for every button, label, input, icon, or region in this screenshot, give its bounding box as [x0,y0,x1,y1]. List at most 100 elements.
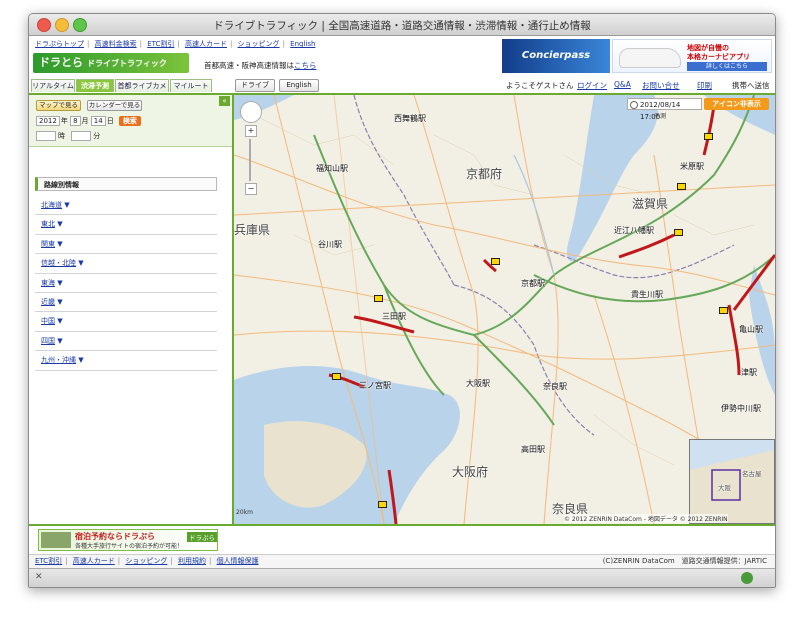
footer-credit: (C)ZENRIN DataCom 道路交通情報提供：JARTIC [602,557,767,565]
month-field[interactable]: 8 [70,116,81,126]
print-link[interactable]: 印刷 [697,80,712,91]
region-label: 北海道 [41,201,62,209]
nav-link-card[interactable]: 高速人カード [185,40,227,48]
incident-icon[interactable] [374,295,383,302]
sidebar-collapse-button[interactable]: « [219,96,230,106]
region-label: 関東 [41,239,55,248]
banner-ad-navi[interactable]: 地図が自慢の 本格カーナビアプリ 詳しくはこちら [612,39,772,73]
incident-icon[interactable] [332,373,341,380]
region-kyushu-okinawa[interactable]: 九州・沖縄 ▼ [35,351,217,371]
hour-label: 時 [58,132,65,140]
map-label: 三田駅 [382,312,406,321]
year-label: 年 [60,117,68,125]
hotel-booking-ad[interactable]: 宿泊予約ならドラぷら 各種大手旅行サイトの宿泊予約が可能！ ドラぷら [38,529,218,551]
english-mode-button[interactable]: English [279,79,319,92]
footer-link-card[interactable]: 高速人カード [73,557,115,565]
incident-icon[interactable] [378,501,387,508]
qa-link[interactable]: Q&A [614,80,631,89]
login-link[interactable]: ログイン [577,80,607,91]
hotel-ad-sub: 各種大手旅行サイトの宿泊予約が可能！ [75,543,184,550]
region-label: 四国 [41,336,55,345]
map-label: 高田駅 [521,445,545,454]
incident-icon[interactable] [677,183,686,190]
car-image [619,48,681,68]
forecast-label: 予測 [654,113,667,120]
region-chugoku[interactable]: 中国 ▼ [35,312,217,332]
map-label: 貴生川駅 [631,290,663,299]
map-label: 伊勢中川駅 [721,404,761,413]
map-label: 京都駅 [521,279,545,288]
map-view-button[interactable]: マップで見る [36,100,81,111]
region-shikoku[interactable]: 四国 ▼ [35,332,217,352]
info-line: 首都高速・阪神高速情報はこちら [204,60,317,71]
drive-mode-button[interactable]: ドライブ [235,79,275,92]
zoom-in-button[interactable]: + [245,125,257,137]
region-label: 東海 [41,278,55,287]
nav-link-shopping[interactable]: ショッピング [238,40,280,48]
hour-select[interactable] [36,131,56,141]
map-label: 奈良駅 [543,382,567,391]
traffic-map[interactable]: + − 2012/08/14 17:00 予測 アイコン非表示 西舞鶴駅 福知山… [234,95,775,524]
region-hokkaido[interactable]: 北海道 ▼ [35,196,217,216]
sidebar: マップで見る カレンダーで見る « 2012 年 8月 14 日 検索 時 分 路線… [29,95,234,524]
tab-live-camera[interactable]: 首都ライブカメラ [115,79,169,103]
zoom-out-button[interactable]: − [245,183,257,195]
browser-window: ドライブトラフィック | 全国高速道路・道路交通情報・渋滞情報・通行止め情報 ド… [28,13,776,588]
minute-select[interactable] [71,131,92,141]
footer: ETC割引 | 高速人カード | ショッピング | 利用規約 | 個人情報保護 (C)Z… [29,554,775,568]
map-scale: 20km [236,509,253,516]
calendar-view-button[interactable]: カレンダーで見る [87,100,142,111]
search-button[interactable]: 検索 [118,116,141,126]
site-logo[interactable]: ドラとら ドライブトラフィック [33,53,189,73]
nav-link-dorapura-top[interactable]: ドラぷらトップ [35,40,84,48]
region-label: 九州・沖縄 [41,356,76,365]
route-info-header: 路線別情報 [35,177,217,191]
day-field[interactable]: 14 [90,116,106,126]
incident-icon[interactable] [704,133,713,140]
banner-ad-concierpass[interactable]: Concierpass [502,39,610,73]
status-bar: ✕ [29,568,775,587]
mobile-send-link[interactable]: 携帯へ送信 [732,80,770,91]
tab-forecast[interactable]: 渋滞予測 [76,79,114,92]
pan-control[interactable] [240,101,262,123]
region-tokai[interactable]: 東海 ▼ [35,274,217,293]
region-tohoku[interactable]: 東北 ▼ [35,215,217,235]
incident-icon[interactable] [674,229,683,236]
tab-realtime[interactable]: リアルタイム [31,79,75,92]
map-datetime: 2012/08/14 17:00 [627,98,702,121]
region-kanto[interactable]: 関東 ▼ [35,235,217,255]
overview-minimap[interactable]: 名古屋 大阪 [689,439,775,524]
region-kinki[interactable]: 近畿 ▼ [35,293,217,313]
nav-link-toll-search[interactable]: 高速料金検索 [95,40,137,48]
region-shinetsu-hokuriku[interactable]: 信越・北陸 ▼ [35,254,217,274]
footer-link-shopping[interactable]: ショッピング [125,557,167,565]
hotel-ad-badge: ドラぷら [187,532,217,542]
sidebar-controls: マップで見る カレンダーで見る « 2012 年 8月 14 日 検索 時 分 [29,95,232,147]
map-label: 京都府 [466,167,503,181]
footer-link-privacy[interactable]: 個人情報保護 [217,557,259,565]
year-field[interactable]: 2012 [36,116,60,126]
map-label: 近江八幡駅 [614,226,654,235]
incident-icon[interactable] [491,258,500,265]
map-label: 兵庫県 [234,223,271,237]
info-line-text: 首都高速・阪神高速情報は [204,61,294,70]
date-selector: 2012 年 8月 14 日 検索 [36,116,141,126]
tab-my-route[interactable]: マイルート [170,79,212,92]
footer-link-etc[interactable]: ETC割引 [35,557,62,565]
zoom-slider[interactable] [249,139,251,181]
info-line-link[interactable]: こちら [294,61,317,70]
nav-link-etc[interactable]: ETC割引 [147,40,174,48]
footer-link-terms[interactable]: 利用規約 [178,557,206,565]
zoom-control: + − [240,101,262,195]
welcome-text: ようこそゲストさん [506,81,574,90]
nav-link-english[interactable]: English [290,40,315,48]
top-navigation: ドラぷらトップ | 高速料金検索 | ETC割引 | 高速人カード | ショッピング | … [35,40,316,48]
incident-icon[interactable] [719,307,728,314]
banner-ad-button[interactable]: 詳しくはこちら [687,62,767,71]
logo-sub-text: ドライブトラフィック [87,59,167,68]
month-label: 月 [81,117,89,125]
close-icon[interactable]: ✕ [35,572,43,582]
bottom-ad-band: 宿泊予約ならドラぷら 各種大手旅行サイトの宿泊予約が可能！ ドラぷら [29,524,775,554]
contact-link[interactable]: お問い合せ [642,80,680,91]
hide-icons-button[interactable]: アイコン非表示 [704,98,769,110]
